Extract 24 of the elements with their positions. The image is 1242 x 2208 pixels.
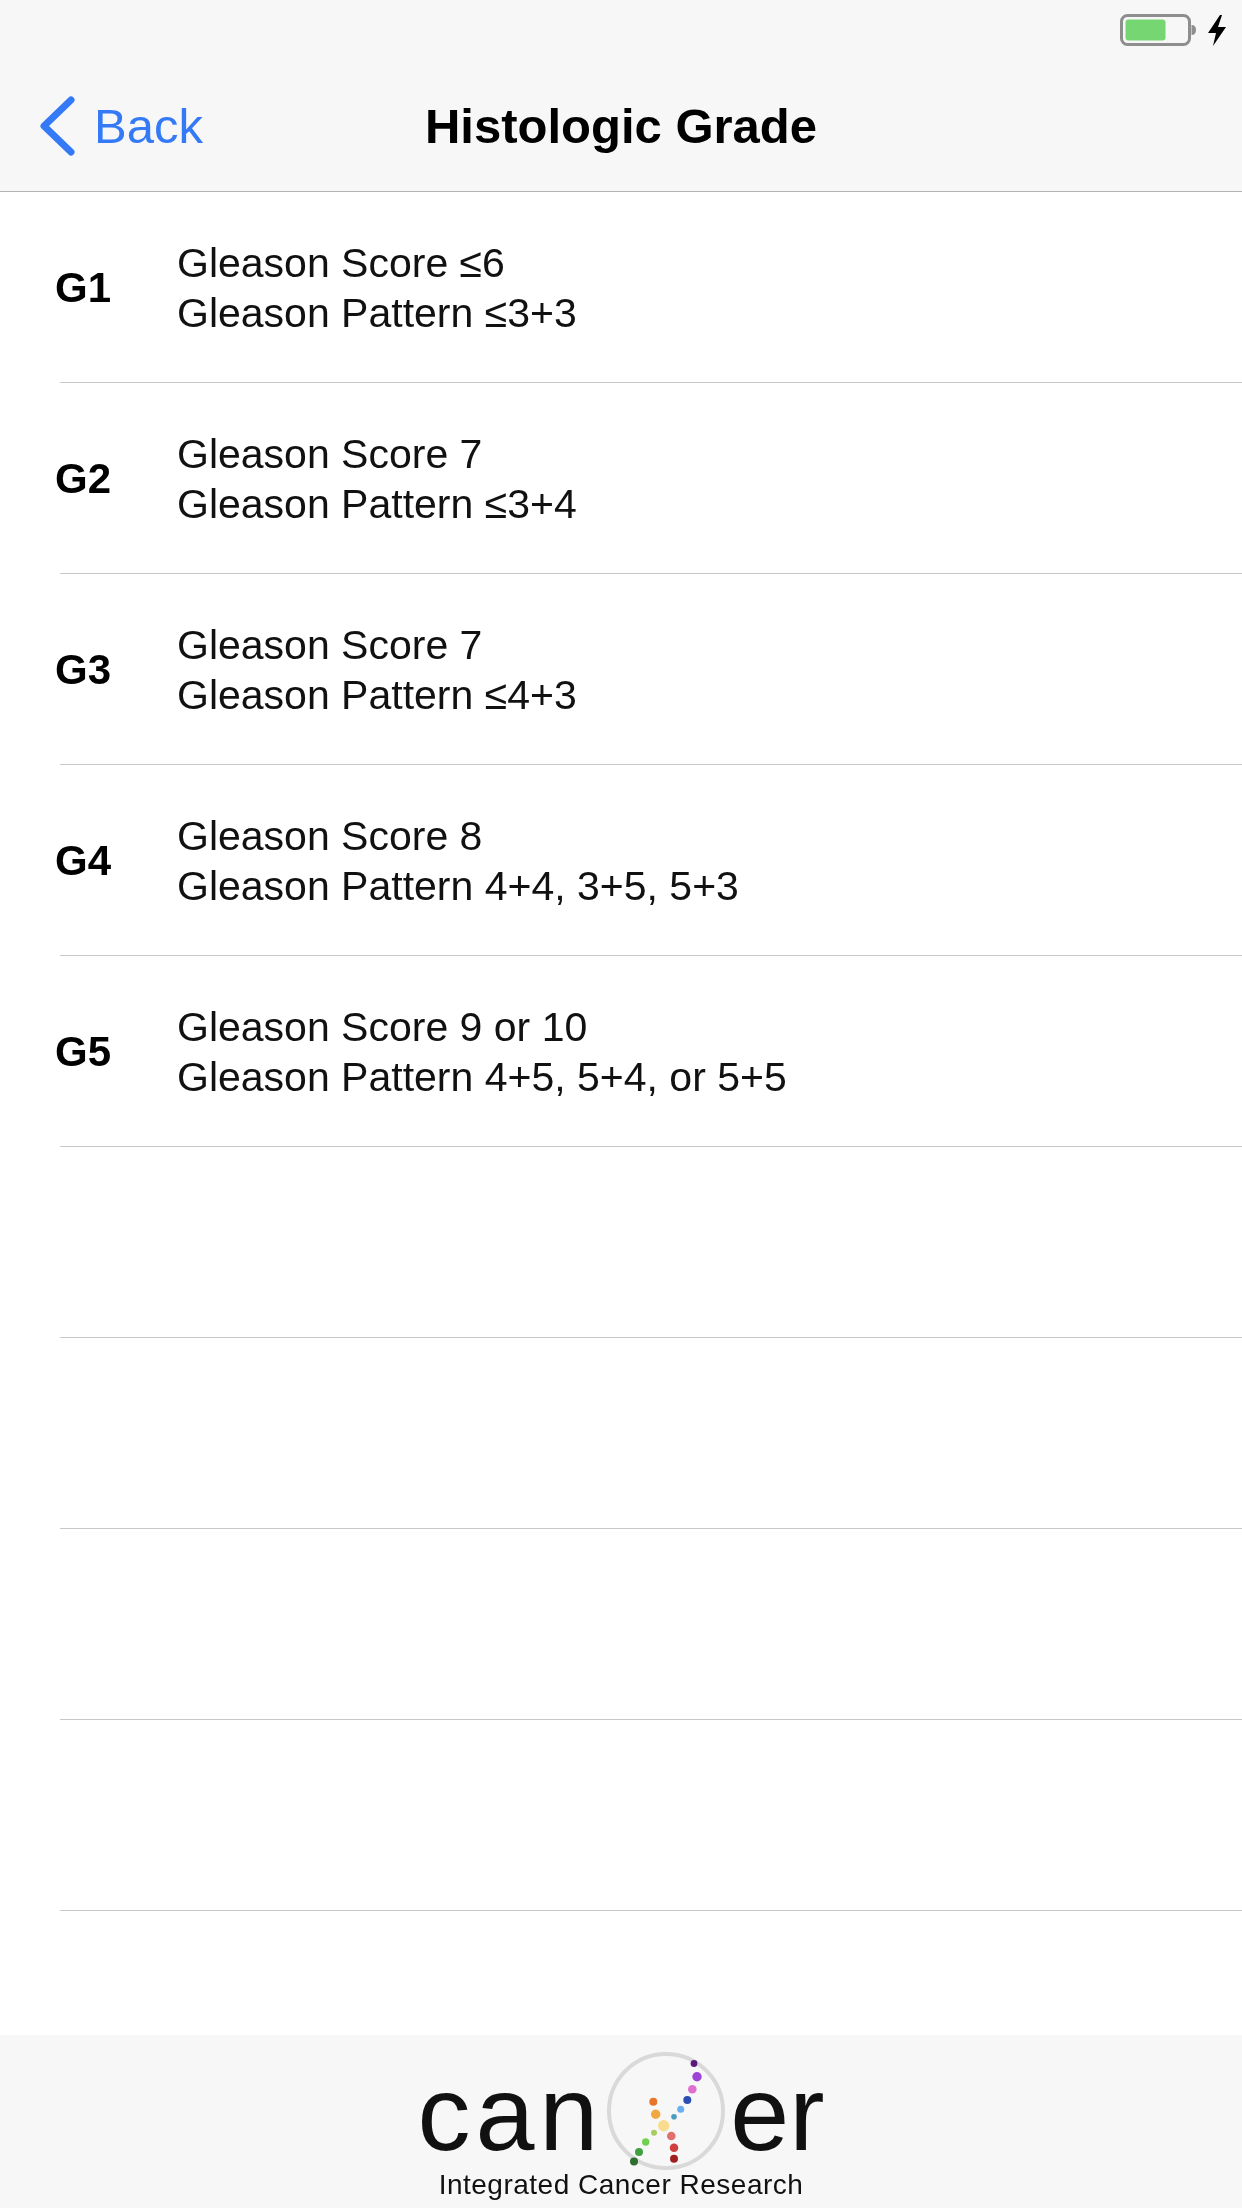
pattern-text: Gleason Pattern 4+5, 5+4, or 5+5 [177, 1052, 787, 1102]
dotted-x-logo-icon [605, 2051, 728, 2171]
logo-tagline: Integrated Cancer Research [438, 2171, 804, 2199]
lightning-bolt-icon [1208, 14, 1226, 46]
grade-label: G5 [55, 1027, 113, 1076]
grade-label: G4 [55, 836, 113, 885]
pattern-text: Gleason Pattern ≤3+4 [177, 479, 577, 529]
pattern-text: Gleason Pattern ≤4+3 [177, 670, 577, 720]
grade-label: G3 [55, 645, 113, 694]
grade-label: G1 [55, 263, 113, 312]
battery-icon [1120, 14, 1196, 46]
back-button[interactable]: Back [0, 80, 203, 171]
score-text: Gleason Score 7 [177, 429, 484, 479]
pattern-text: Gleason Pattern 4+4, 3+5, 5+3 [177, 861, 739, 911]
score-text: Gleason Score 8 [177, 811, 484, 861]
logo-text: can [417, 2060, 604, 2166]
score-text: Gleason Score 9 or 10 [177, 1002, 589, 1052]
grade-label: G2 [55, 454, 113, 503]
chevron-left-icon [38, 94, 76, 157]
logo-text: er [730, 2060, 825, 2166]
pattern-text: Gleason Pattern ≤3+3 [177, 288, 577, 338]
score-text: Gleason Score 7 [177, 620, 484, 670]
score-text: Gleason Score ≤6 [177, 238, 506, 288]
page-title: Histologic Grade [424, 97, 818, 154]
